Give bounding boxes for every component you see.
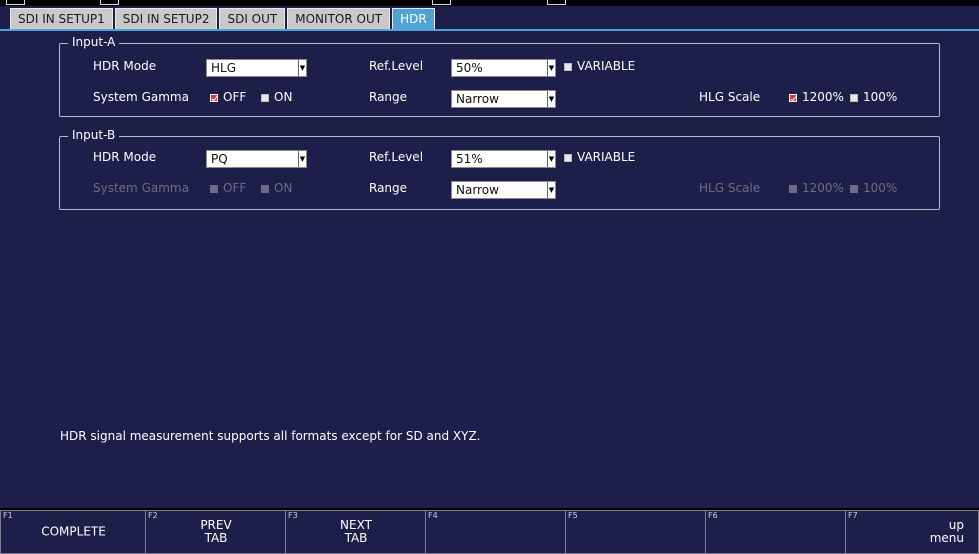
hdr-mode-select[interactable]: HLG ▼ <box>206 59 307 77</box>
hlg-scale-label: HLG Scale <box>699 90 761 104</box>
variable-checkbox[interactable]: VARIABLE <box>564 59 635 73</box>
f6-button[interactable]: F6 <box>705 510 847 554</box>
checkbox-disabled-icon <box>789 185 797 193</box>
hlg-1200-label: 1200% <box>802 181 844 195</box>
system-gamma-label: System Gamma <box>93 90 189 104</box>
hdr-mode-select[interactable]: PQ ▼ <box>206 150 307 168</box>
range-label: Range <box>369 90 408 104</box>
hdr-mode-value: HLG <box>211 61 237 75</box>
input-a-title: Input-A <box>68 35 120 49</box>
indicator-mark <box>6 0 25 5</box>
tab-bar: SDI IN SETUP1 SDI IN SETUP2 SDI OUT MONI… <box>10 8 435 30</box>
hdr-mode-label: HDR Mode <box>93 150 157 164</box>
hlg-1200-label: 1200% <box>802 90 844 104</box>
indicator-mark <box>100 0 119 5</box>
ref-level-label: Ref.Level <box>369 150 424 164</box>
fkey-label: up menu <box>929 518 964 545</box>
checkbox-icon <box>261 94 269 102</box>
range-label: Range <box>369 181 408 195</box>
hlg-100-checkbox: 100% <box>850 181 897 195</box>
dropdown-arrow-icon: ▼ <box>547 151 555 167</box>
dropdown-arrow-icon: ▼ <box>298 151 306 167</box>
dropdown-arrow-icon: ▼ <box>547 182 555 198</box>
tab-hdr[interactable]: HDR <box>392 8 435 30</box>
gamma-off-label: OFF <box>223 90 247 104</box>
hlg-scale-label: HLG Scale <box>699 181 761 195</box>
tab-sdi-in-setup1[interactable]: SDI IN SETUP1 <box>10 8 113 30</box>
dropdown-arrow-icon: ▼ <box>298 60 306 76</box>
gamma-on-label: ON <box>274 90 293 104</box>
checkbox-disabled-icon <box>261 185 269 193</box>
fkey-label: PREV TAB <box>200 518 232 545</box>
range-value: Narrow <box>456 92 499 106</box>
variable-label: VARIABLE <box>577 59 636 73</box>
range-value: Narrow <box>456 183 499 197</box>
gamma-on-label: ON <box>274 181 293 195</box>
input-a-group: Input-A HDR Mode HLG ▼ Ref.Level 50% ▼ V… <box>59 35 940 117</box>
f1-complete-button[interactable]: F1 COMPLETE <box>0 510 147 554</box>
checkbox-icon <box>564 154 572 162</box>
fkey-number: F7 <box>848 511 858 520</box>
fkey-number: F1 <box>3 511 13 520</box>
dropdown-arrow-icon: ▼ <box>547 60 555 76</box>
hdr-mode-value: PQ <box>211 152 228 166</box>
gamma-off-checkbox: OFF <box>210 181 246 195</box>
f4-button[interactable]: F4 <box>425 510 567 554</box>
fkey-label: NEXT TAB <box>340 518 372 545</box>
checked-icon <box>789 94 797 102</box>
tab-monitor-out[interactable]: MONITOR OUT <box>287 8 391 30</box>
gamma-off-label: OFF <box>223 181 247 195</box>
f3-next-tab-button[interactable]: F3 NEXT TAB <box>285 510 427 554</box>
gamma-on-checkbox[interactable]: ON <box>261 90 292 104</box>
ref-level-value: 51% <box>456 152 483 166</box>
checked-icon <box>210 94 218 102</box>
system-gamma-label: System Gamma <box>93 181 189 195</box>
ref-level-value: 50% <box>456 61 483 75</box>
tab-sdi-in-setup2[interactable]: SDI IN SETUP2 <box>114 8 218 30</box>
checkbox-disabled-icon <box>210 185 218 193</box>
checkbox-icon <box>850 94 858 102</box>
hlg-1200-checkbox: 1200% <box>789 181 844 195</box>
hlg-1200-checkbox[interactable]: 1200% <box>789 90 844 104</box>
input-b-group: Input-B HDR Mode PQ ▼ Ref.Level 51% ▼ VA… <box>59 128 940 210</box>
f5-button[interactable]: F5 <box>565 510 707 554</box>
variable-checkbox[interactable]: VARIABLE <box>564 150 635 164</box>
ref-level-select[interactable]: 51% ▼ <box>451 150 556 168</box>
range-select[interactable]: Narrow ▼ <box>451 181 556 199</box>
fkey-number: F4 <box>428 511 438 520</box>
indicator-mark <box>547 0 566 5</box>
checkbox-disabled-icon <box>850 185 858 193</box>
top-bar <box>0 0 979 6</box>
info-message: HDR signal measurement supports all form… <box>60 429 481 443</box>
dropdown-arrow-icon: ▼ <box>547 91 555 107</box>
variable-label: VARIABLE <box>577 150 636 164</box>
gamma-off-checkbox[interactable]: OFF <box>210 90 246 104</box>
f7-up-menu-button[interactable]: F7 up menu <box>845 510 979 554</box>
gamma-on-checkbox: ON <box>261 181 292 195</box>
tab-sdi-out[interactable]: SDI OUT <box>219 8 286 30</box>
fkey-number: F6 <box>708 511 718 520</box>
hlg-100-label: 100% <box>863 90 898 104</box>
checkbox-icon <box>564 63 572 71</box>
hlg-100-label: 100% <box>863 181 898 195</box>
hdr-mode-label: HDR Mode <box>93 59 157 73</box>
hlg-100-checkbox[interactable]: 100% <box>850 90 897 104</box>
range-select[interactable]: Narrow ▼ <box>451 90 556 108</box>
indicator-mark <box>432 0 451 5</box>
input-b-title: Input-B <box>68 128 120 142</box>
fkey-number: F5 <box>568 511 578 520</box>
f2-prev-tab-button[interactable]: F2 PREV TAB <box>145 510 287 554</box>
ref-level-label: Ref.Level <box>369 59 424 73</box>
fkey-label: COMPLETE <box>41 524 106 539</box>
ref-level-select[interactable]: 50% ▼ <box>451 59 556 77</box>
tab-underline <box>0 29 979 31</box>
